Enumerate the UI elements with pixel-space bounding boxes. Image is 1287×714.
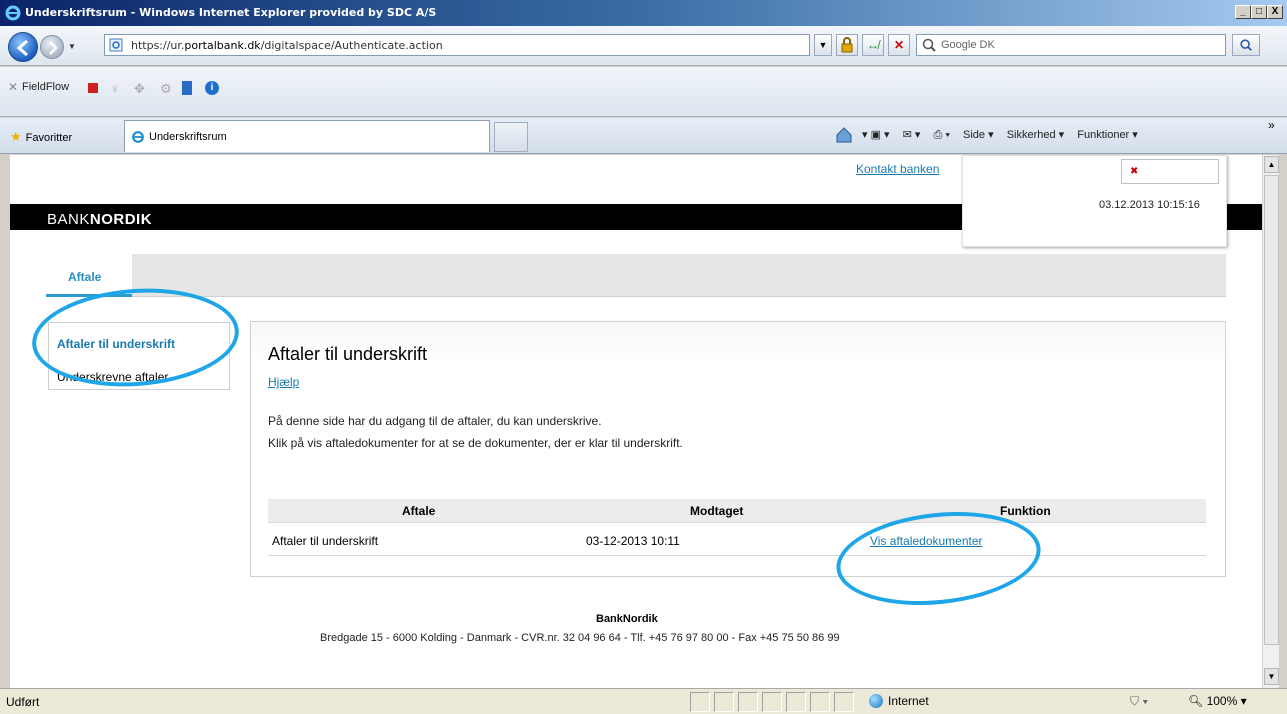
fieldflow-label: FieldFlow xyxy=(22,81,70,93)
web-content: Kontakt banken BANKNORDIK ✖ 03.12.2013 1… xyxy=(10,155,1262,688)
banknordik-logo: BANKNORDIK xyxy=(47,211,153,228)
address-dropdown-button[interactable]: ▼ xyxy=(814,34,832,56)
mail-icon[interactable]: ✉ ▾ xyxy=(903,129,921,141)
stop-icon[interactable]: ✕ xyxy=(888,34,910,56)
book-icon[interactable] xyxy=(182,81,192,95)
arrow-left-icon xyxy=(16,39,28,57)
fieldflow-toolbar: ✕ FieldFlow ♀ ✥ ⚙ i xyxy=(0,67,1287,117)
agreements-panel: Aftaler til underskrift Hjælp På denne s… xyxy=(250,321,1226,577)
cell-modtaget: 03-12-2013 10:11 xyxy=(586,534,680,548)
page-title: Aftaler til underskrift xyxy=(268,344,428,364)
intro-text-1: På denne side har du adgang til de aftal… xyxy=(268,414,602,428)
status-segment xyxy=(786,692,806,712)
puzzle-icon[interactable]: ⚙ xyxy=(160,81,174,96)
protected-mode-icon[interactable]: ⛉ ▾ xyxy=(1130,694,1148,709)
lock-icon[interactable] xyxy=(836,34,858,56)
move-icon[interactable]: ✥ xyxy=(134,81,148,96)
search-go-button[interactable] xyxy=(1232,34,1260,56)
arrow-right-icon xyxy=(49,41,58,55)
print-icon[interactable]: ⎙ ▾ xyxy=(933,129,949,141)
feeds-icon[interactable]: ▾ ▣ ▾ xyxy=(862,129,890,141)
new-tab-button[interactable] xyxy=(494,122,528,152)
col-header-funktion: Funktion xyxy=(1000,504,1051,518)
table-row: Aftaler til underskrift 03-12-2013 10:11… xyxy=(268,524,1206,556)
url-text: https://ur.portalbank.dk/digitalspace/Au… xyxy=(131,39,443,52)
broken-image-icon: ✖ xyxy=(1130,166,1139,177)
tools-menu[interactable]: Funktioner ▾ xyxy=(1077,129,1138,141)
search-icon xyxy=(922,38,936,52)
status-text: Udført xyxy=(6,695,40,709)
ie-logo-icon xyxy=(5,5,21,21)
address-input[interactable]: https://ur.portalbank.dk/digitalspace/Au… xyxy=(104,34,810,56)
star-icon: ★ xyxy=(10,129,22,144)
command-bar: ▾ ▣ ▾ ✉ ▾ ⎙ ▾ Side ▾ Sikkerhed ▾ Funktio… xyxy=(862,128,1148,142)
info-icon[interactable]: i xyxy=(205,81,219,95)
record-icon[interactable] xyxy=(88,83,98,93)
history-dropdown-icon[interactable]: ▼ xyxy=(68,42,76,51)
col-header-modtaget: Modtaget xyxy=(690,504,744,518)
home-icon[interactable] xyxy=(835,126,853,147)
cell-aftale: Aftaler til underskrift xyxy=(272,534,379,548)
contact-bank-link[interactable]: Kontakt banken xyxy=(856,162,939,176)
main-tab-strip: Aftale xyxy=(46,254,1226,297)
close-toolbar-icon[interactable]: ✕ xyxy=(8,80,18,94)
chevron-right-icon[interactable]: » xyxy=(1268,118,1275,132)
status-segment xyxy=(810,692,830,712)
zoom-icon: 🔍︎ xyxy=(1188,694,1204,708)
page-menu[interactable]: Side ▾ xyxy=(963,129,994,141)
col-header-aftale: Aftale xyxy=(402,504,436,518)
globe-icon xyxy=(869,694,883,708)
forward-button[interactable] xyxy=(40,35,64,59)
zoom-level[interactable]: 🔍︎ 100% ▾ xyxy=(1188,694,1247,708)
safety-menu[interactable]: Sikkerhed ▾ xyxy=(1007,129,1065,141)
window-title-bar: Underskriftsrum - Windows Internet Explo… xyxy=(0,0,1287,26)
page-icon xyxy=(109,38,123,52)
magnifier-icon xyxy=(1240,39,1252,51)
scroll-thumb[interactable] xyxy=(1264,175,1279,645)
help-link[interactable]: Hjælp xyxy=(268,375,299,389)
tab-title: Underskriftsrum xyxy=(149,131,227,143)
pin-icon[interactable]: ♀ xyxy=(110,81,124,96)
intro-text-2: Klik på vis aftaledokumenter for at se d… xyxy=(268,436,683,450)
back-button[interactable] xyxy=(8,32,38,62)
status-segment xyxy=(738,692,758,712)
scroll-up-icon[interactable]: ▲ xyxy=(1264,156,1279,173)
search-input[interactable]: Google DK xyxy=(916,34,1226,56)
scroll-down-icon[interactable]: ▼ xyxy=(1264,668,1279,685)
security-zone[interactable]: Internet xyxy=(869,694,929,708)
table-header: Aftale Modtaget Funktion xyxy=(268,499,1206,523)
status-segment xyxy=(690,692,710,712)
session-popup: ✖ 03.12.2013 10:15:16 xyxy=(962,155,1227,247)
favorites-button[interactable]: ★ Favoritter xyxy=(10,129,72,145)
status-segment xyxy=(834,692,854,712)
timestamp: 03.12.2013 10:15:16 xyxy=(1099,199,1200,211)
maximize-button[interactable]: □ xyxy=(1251,5,1267,19)
tab-bar: ★ Favoritter Underskriftsrum ▾ ▣ ▾ ✉ ▾ ⎙ … xyxy=(0,118,1287,154)
footer-address: Bredgade 15 - 6000 Kolding - Danmark - C… xyxy=(320,632,840,644)
address-toolbar: ▼ https://ur.portalbank.dk/digitalspace/… xyxy=(0,26,1287,66)
browser-tab-underskriftsrum[interactable]: Underskriftsrum xyxy=(124,120,490,152)
window-title: Underskriftsrum - Windows Internet Explo… xyxy=(25,6,437,19)
footer-company-name: BankNordik xyxy=(596,613,658,625)
close-button[interactable]: X xyxy=(1267,5,1283,19)
status-segment xyxy=(762,692,782,712)
status-bar: Udført Internet ⛉ ▾ 🔍︎ 100% ▾ xyxy=(0,688,1287,714)
ie-tab-icon xyxy=(132,131,144,143)
refresh-icon[interactable]: ↮ xyxy=(862,34,884,56)
broken-image: ✖ xyxy=(1121,159,1219,184)
status-segment xyxy=(714,692,734,712)
minimize-button[interactable]: _ xyxy=(1235,5,1251,19)
search-placeholder: Google DK xyxy=(941,39,995,51)
vertical-scrollbar[interactable]: ▲ ▼ xyxy=(1262,155,1279,688)
